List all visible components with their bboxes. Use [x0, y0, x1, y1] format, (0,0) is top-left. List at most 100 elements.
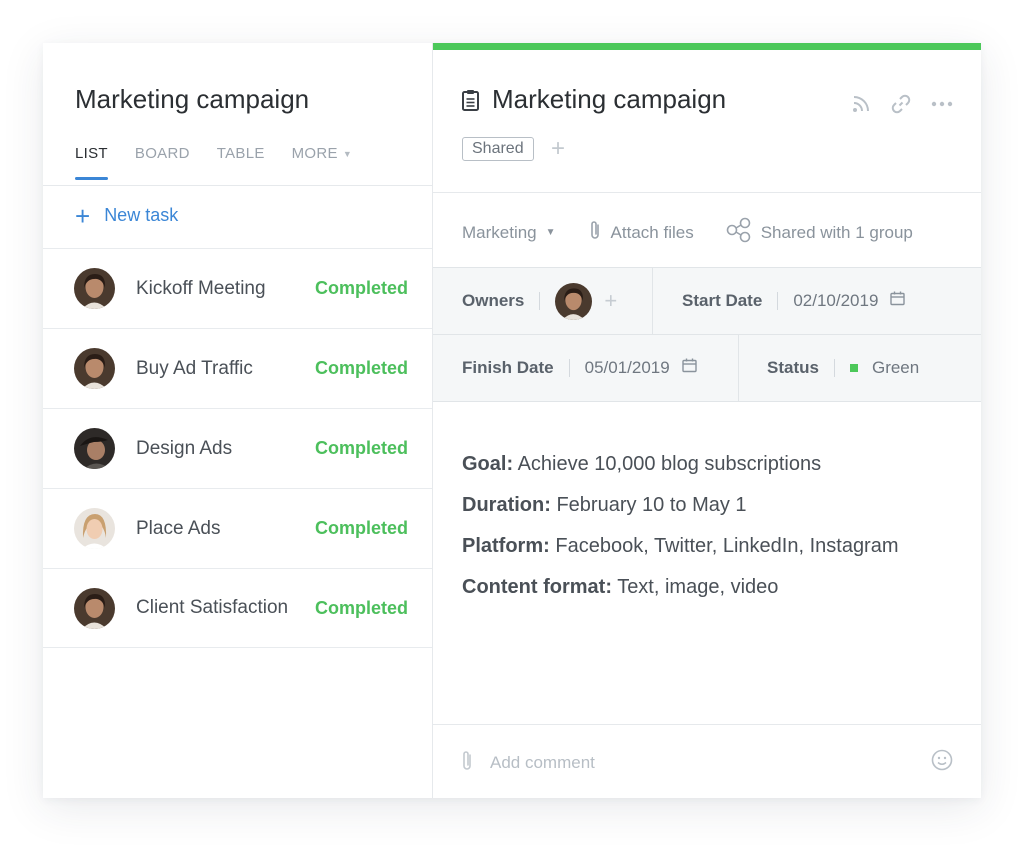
description-line: Duration: February 10 to May 1 — [462, 494, 899, 517]
task-title: Marketing campaign — [492, 84, 727, 114]
meta-row: Marketing ▼ Attach files Shared with 1 g… — [462, 217, 945, 248]
attach-files-label: Attach files — [610, 222, 694, 242]
calendar-icon[interactable] — [682, 358, 697, 378]
shared-with-label: Shared with 1 group — [760, 222, 913, 242]
link-icon[interactable] — [891, 94, 911, 119]
status-badge: Completed — [314, 358, 408, 378]
paperclip-icon — [588, 219, 611, 246]
tab-board-label: BOARD — [134, 145, 190, 162]
owners-label: Owners — [462, 291, 525, 310]
task-name: Client Satisfaction — [136, 597, 289, 618]
task-row[interactable]: Kickoff Meeting Completed — [43, 248, 432, 328]
attach-files-button[interactable]: Attach files — [588, 219, 694, 246]
owner-avatar[interactable] — [555, 282, 593, 320]
document-icon — [461, 89, 481, 116]
view-tabs: LIST BOARD TABLE MORE ▼ — [75, 145, 379, 180]
task-detail-panel: Marketing campaign Shared + Marketing ▼ — [433, 43, 981, 798]
field-separator — [568, 359, 570, 377]
finish-date-label: Finish Date — [462, 358, 554, 377]
description-value: Achieve 10,000 blog subscriptions — [517, 453, 822, 475]
task-row[interactable]: Place Ads Completed — [43, 488, 432, 568]
status-label: Status — [767, 358, 819, 377]
emoji-icon[interactable] — [931, 749, 953, 776]
field-separator — [777, 292, 779, 310]
fields-row-2: Finish Date 05/01/2019 Status Green — [433, 335, 981, 402]
tab-table-label: TABLE — [216, 145, 265, 162]
finish-date-field[interactable]: Finish Date 05/01/2019 — [433, 335, 738, 401]
new-task-button[interactable]: + New task — [75, 200, 179, 231]
finish-date-value: 05/01/2019 — [584, 358, 670, 377]
share-button[interactable]: Shared with 1 group — [726, 217, 913, 248]
tab-list[interactable]: LIST — [75, 145, 108, 180]
avatar — [74, 348, 115, 389]
task-name: Kickoff Meeting — [136, 277, 266, 299]
add-tag-button[interactable]: + — [551, 135, 565, 163]
avatar — [74, 508, 115, 549]
description-value: Text, image, video — [617, 576, 779, 598]
field-separator — [833, 359, 835, 377]
calendar-icon[interactable] — [890, 291, 906, 311]
description-key: Duration: — [462, 494, 551, 516]
fields-grid: Owners + Start Date 02/10/2019 Finish Da… — [433, 267, 981, 402]
tabs-divider — [43, 185, 432, 186]
comment-input[interactable]: Add comment — [490, 753, 931, 773]
task-row[interactable]: Buy Ad Traffic Completed — [43, 328, 432, 408]
comment-bar: Add comment — [460, 748, 953, 777]
description-line: Platform: Facebook, Twitter, LinkedIn, I… — [462, 535, 899, 558]
task-row[interactable]: Design Ads Completed — [43, 408, 432, 488]
task-card: Marketing campaign LIST BOARD TABLE MORE… — [43, 43, 981, 798]
paperclip-icon[interactable] — [460, 748, 474, 777]
status-field[interactable]: Status Green — [738, 335, 919, 401]
add-owner-button[interactable]: + — [604, 288, 617, 314]
tab-more-label: MORE — [291, 145, 338, 162]
status-color-bar — [433, 43, 981, 50]
avatar — [74, 268, 115, 309]
task-list-panel: Marketing campaign LIST BOARD TABLE MORE… — [43, 43, 433, 798]
tab-board[interactable]: BOARD — [135, 145, 190, 180]
status-badge: Completed — [314, 278, 408, 298]
start-date-label: Start Date — [682, 291, 763, 310]
plus-icon: + — [75, 200, 91, 231]
task-list: Kickoff Meeting Completed Buy Ad Traffic… — [43, 248, 432, 648]
comment-divider — [433, 724, 981, 725]
status-badge: Completed — [314, 438, 408, 458]
new-task-label: New task — [104, 205, 179, 225]
avatar — [74, 587, 115, 629]
folder-label: Marketing — [462, 222, 537, 242]
status-badge: Completed — [314, 518, 408, 538]
owners-field: Owners + — [433, 268, 653, 334]
chevron-down-icon: ▼ — [545, 227, 556, 238]
task-name: Buy Ad Traffic — [136, 357, 253, 379]
rss-icon[interactable] — [851, 94, 871, 119]
start-date-field[interactable]: Start Date 02/10/2019 — [653, 268, 906, 334]
fields-row-1: Owners + Start Date 02/10/2019 — [433, 268, 981, 335]
share-icon — [726, 217, 761, 248]
project-title: Marketing campaign — [75, 84, 310, 114]
header-actions — [831, 94, 953, 119]
tab-list-label: LIST — [75, 145, 108, 162]
header-divider — [433, 192, 981, 193]
task-description[interactable]: Goal: Achieve 10,000 blog subscriptions … — [462, 453, 899, 617]
start-date-value: 02/10/2019 — [793, 291, 879, 310]
cell-divider — [738, 335, 739, 401]
shared-tag[interactable]: Shared — [462, 137, 534, 161]
task-row[interactable]: Client Satisfaction Completed — [43, 568, 432, 648]
tab-more[interactable]: MORE ▼ — [292, 145, 352, 180]
description-line: Goal: Achieve 10,000 blog subscriptions — [462, 453, 899, 476]
avatar — [74, 428, 115, 469]
status-value: Green — [871, 358, 920, 377]
description-value: Facebook, Twitter, LinkedIn, Instagram — [555, 535, 899, 557]
description-key: Platform: — [462, 535, 550, 557]
task-name: Place Ads — [136, 517, 221, 539]
folder-dropdown[interactable]: Marketing ▼ — [462, 223, 556, 243]
description-line: Content format: Text, image, video — [462, 576, 899, 599]
task-name: Design Ads — [136, 437, 233, 459]
tab-table[interactable]: TABLE — [217, 145, 265, 180]
description-key: Content format: — [462, 576, 612, 598]
field-separator — [539, 292, 541, 310]
more-options-icon[interactable] — [931, 94, 953, 119]
status-badge: Completed — [314, 597, 408, 618]
status-dot-icon — [849, 364, 858, 372]
chevron-down-icon: ▼ — [342, 149, 353, 160]
description-key: Goal: — [462, 453, 514, 475]
